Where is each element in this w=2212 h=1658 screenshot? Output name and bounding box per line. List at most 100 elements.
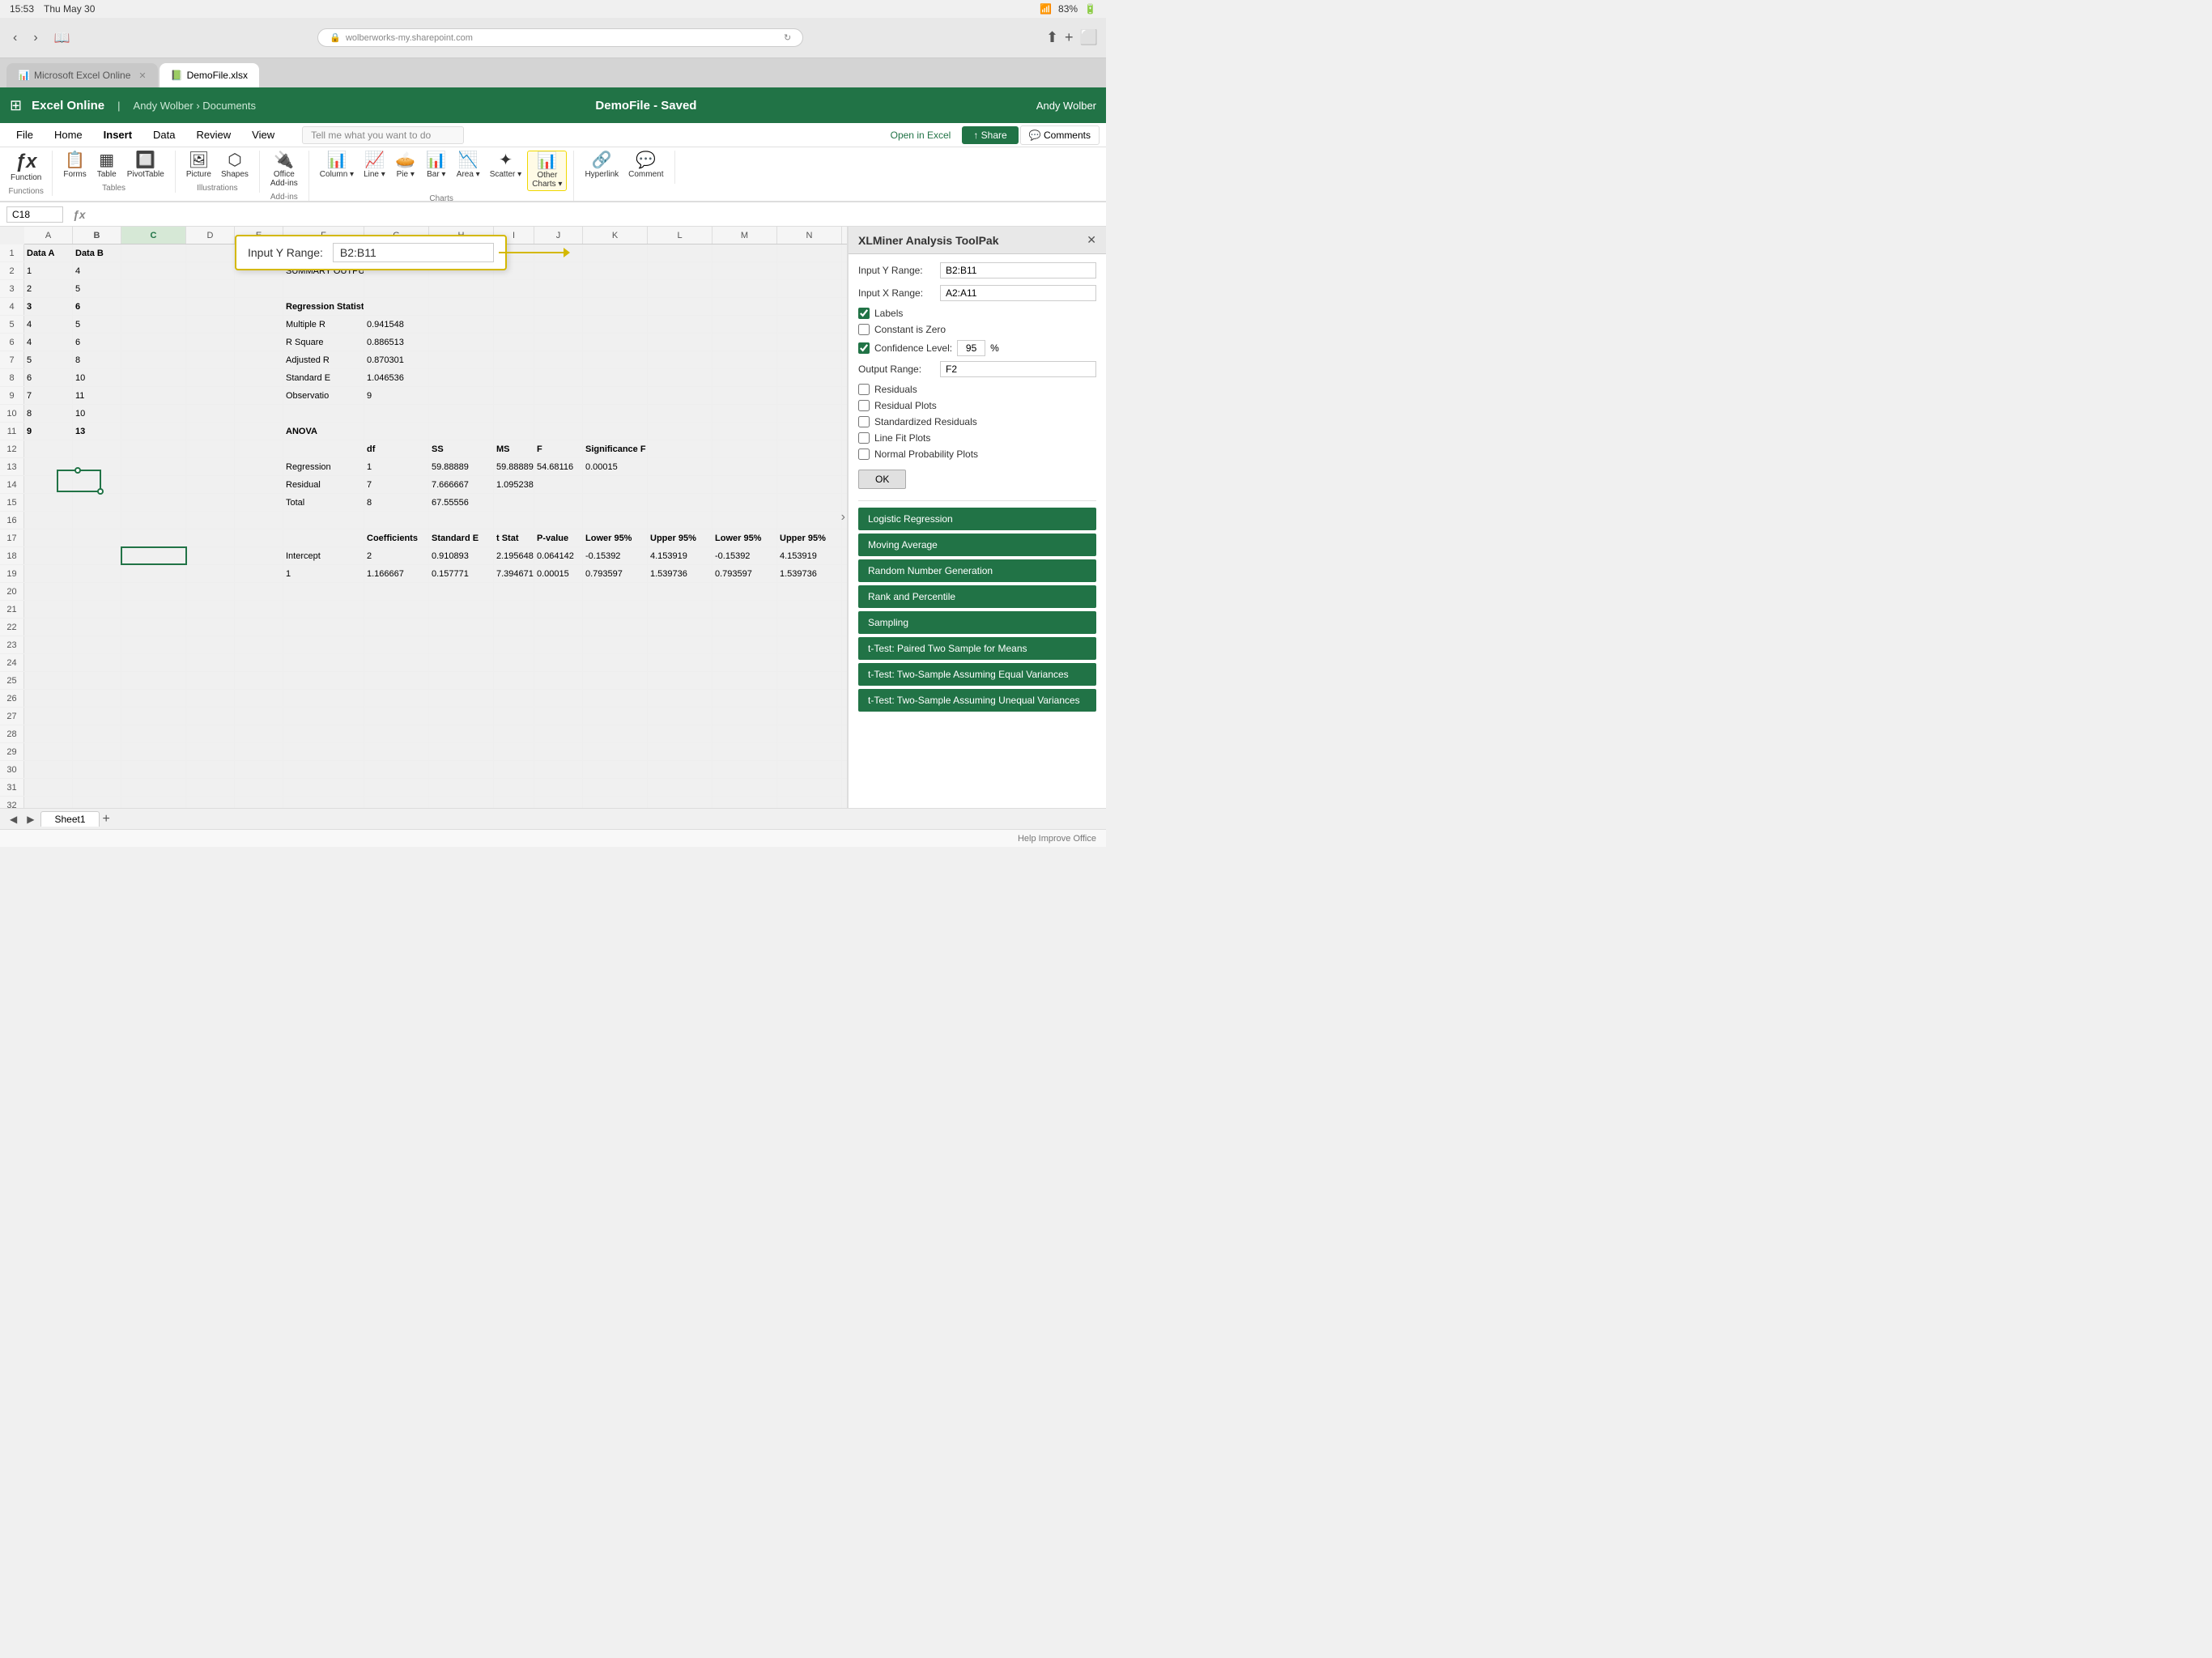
grid-cell[interactable] — [364, 761, 429, 778]
grid-cell[interactable] — [648, 512, 713, 529]
grid-cell[interactable]: 1 — [24, 262, 73, 279]
grid-cell[interactable] — [283, 725, 364, 742]
grid-cell[interactable] — [429, 334, 494, 351]
grid-cell[interactable] — [713, 387, 777, 404]
grid-cell[interactable] — [283, 619, 364, 636]
grid-cell[interactable] — [648, 405, 713, 422]
grid-cell[interactable]: 13 — [73, 423, 121, 440]
grid-cell[interactable] — [121, 779, 186, 796]
pivottable-button[interactable]: 🔲 PivotTable — [123, 151, 168, 181]
grid-cell[interactable] — [648, 298, 713, 315]
grid-cell[interactable] — [429, 351, 494, 368]
grid-cell[interactable] — [534, 298, 583, 315]
std-residuals-checkbox[interactable] — [858, 416, 870, 427]
grid-cell[interactable] — [583, 298, 648, 315]
grid-cell[interactable] — [429, 619, 494, 636]
grid-cell[interactable] — [235, 494, 283, 511]
grid-cell[interactable] — [24, 725, 73, 742]
grid-cell[interactable] — [73, 619, 121, 636]
col-header-N[interactable]: N — [777, 227, 842, 244]
address-bar[interactable]: 🔒 wolberworks-my.sharepoint.com ↻ — [317, 28, 803, 47]
grid-cell[interactable] — [429, 280, 494, 297]
grid-cell[interactable] — [534, 797, 583, 808]
grid-cell[interactable] — [583, 636, 648, 653]
grid-cell[interactable]: 0.941548 — [364, 316, 429, 333]
forward-button[interactable]: › — [28, 28, 42, 49]
grid-cell[interactable] — [648, 458, 713, 475]
grid-cell[interactable]: 1.046536 — [364, 369, 429, 386]
grid-cell[interactable] — [364, 672, 429, 689]
grid-cell[interactable] — [364, 583, 429, 600]
grid-cell[interactable] — [648, 369, 713, 386]
grid-cell[interactable]: 0.793597 — [583, 565, 648, 582]
grid-cell[interactable]: P-value — [534, 529, 583, 546]
grid-cell[interactable] — [364, 797, 429, 808]
grid-cell[interactable] — [534, 654, 583, 671]
bookmarks-button[interactable]: 📖 — [49, 27, 75, 49]
open-excel-button[interactable]: Open in Excel — [881, 127, 961, 143]
tab-demofile[interactable]: 📗 DemoFile.xlsx — [160, 63, 259, 87]
grid-cell[interactable] — [494, 405, 534, 422]
tool-rank-and-percentile[interactable]: Rank and Percentile — [858, 585, 1096, 608]
grid-cell[interactable] — [429, 405, 494, 422]
grid-cell[interactable] — [235, 512, 283, 529]
grid-cell[interactable] — [186, 601, 235, 618]
grid-cell[interactable] — [534, 583, 583, 600]
grid-cell[interactable]: 10 — [73, 405, 121, 422]
grid-cell[interactable] — [235, 583, 283, 600]
grid-cell[interactable] — [186, 280, 235, 297]
grid-cell[interactable]: 4.153919 — [648, 547, 713, 564]
grid-cell[interactable] — [73, 440, 121, 457]
grid-cell[interactable]: 1 — [283, 565, 364, 582]
grid-cell[interactable] — [121, 601, 186, 618]
grid-cell[interactable] — [534, 316, 583, 333]
grid-cell[interactable] — [364, 619, 429, 636]
grid-cell[interactable] — [283, 636, 364, 653]
grid-cell[interactable] — [648, 262, 713, 279]
grid-cell[interactable]: Coefficients — [364, 529, 429, 546]
grid-cell[interactable] — [235, 654, 283, 671]
grid-cell[interactable] — [121, 761, 186, 778]
grid-cell[interactable] — [648, 601, 713, 618]
grid-cell[interactable] — [283, 601, 364, 618]
grid-cell[interactable]: 10 — [73, 369, 121, 386]
tool-ttest-unequal-variances[interactable]: t-Test: Two-Sample Assuming Unequal Vari… — [858, 689, 1096, 712]
grid-cell[interactable] — [186, 654, 235, 671]
grid-cell[interactable] — [283, 512, 364, 529]
grid-cell[interactable] — [777, 672, 842, 689]
grid-cell[interactable] — [777, 298, 842, 315]
grid-cell[interactable] — [494, 423, 534, 440]
col-header-B[interactable]: B — [73, 227, 121, 244]
grid-cell[interactable] — [186, 476, 235, 493]
grid-cell[interactable] — [713, 619, 777, 636]
grid-cell[interactable] — [534, 779, 583, 796]
grid-cell[interactable] — [648, 725, 713, 742]
grid-cell[interactable] — [186, 334, 235, 351]
grid-cell[interactable] — [186, 387, 235, 404]
grid-cell[interactable] — [283, 280, 364, 297]
grid-cell[interactable] — [583, 512, 648, 529]
grid-cell[interactable] — [121, 262, 186, 279]
grid-cell[interactable] — [648, 387, 713, 404]
grid-cell[interactable] — [364, 708, 429, 725]
grid-cell[interactable] — [283, 529, 364, 546]
grid-cell[interactable] — [186, 743, 235, 760]
confidence-checkbox[interactable] — [858, 342, 870, 354]
grid-cell[interactable] — [364, 743, 429, 760]
grid-cell[interactable] — [235, 725, 283, 742]
grid-cell[interactable] — [73, 779, 121, 796]
grid-cell[interactable] — [186, 316, 235, 333]
grid-cell[interactable]: 5 — [73, 316, 121, 333]
grid-cell[interactable] — [534, 369, 583, 386]
grid-cell[interactable] — [364, 690, 429, 707]
grid-cell[interactable] — [186, 725, 235, 742]
grid-cell[interactable] — [777, 458, 842, 475]
grid-cell[interactable] — [777, 423, 842, 440]
grid-cell[interactable] — [534, 690, 583, 707]
grid-cell[interactable]: 0.870301 — [364, 351, 429, 368]
grid-cell[interactable] — [24, 761, 73, 778]
grid-cell[interactable] — [73, 672, 121, 689]
tool-random-number-generation[interactable]: Random Number Generation — [858, 559, 1096, 582]
grid-cell[interactable] — [583, 583, 648, 600]
grid-cell[interactable] — [777, 351, 842, 368]
